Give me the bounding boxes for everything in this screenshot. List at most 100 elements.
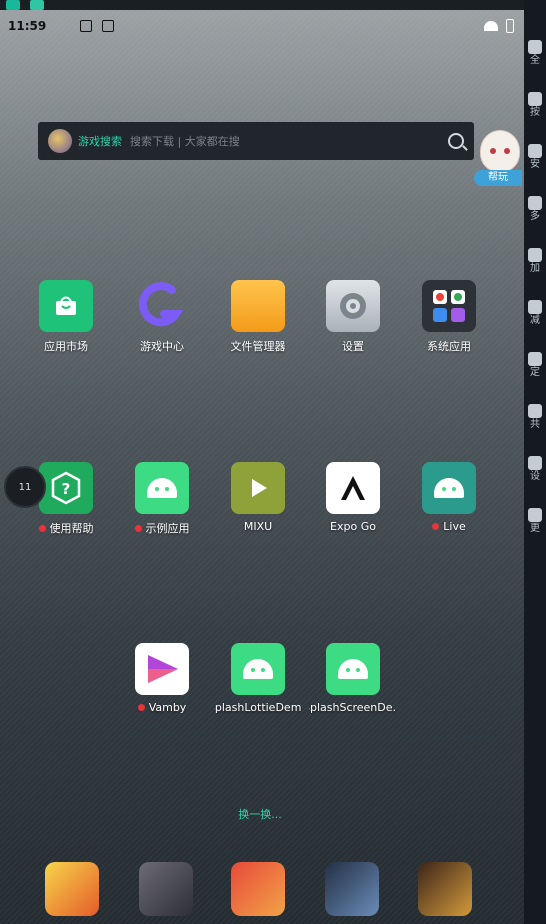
sidebar-label: 减: [530, 315, 540, 326]
share-folder-icon: [528, 404, 542, 418]
dock-app[interactable]: [139, 862, 193, 916]
search-icon[interactable]: [448, 133, 464, 149]
app-expo-go[interactable]: Expo Go: [309, 462, 397, 533]
app-settings[interactable]: 设置: [309, 280, 397, 354]
battery-icon: [506, 19, 514, 33]
search-bar[interactable]: 游戏搜索 搜索下载 | 大家都在搜: [38, 122, 474, 160]
unread-dot: [137, 704, 145, 711]
mascot-eye: [504, 148, 510, 154]
sidebar-item-fullscreen[interactable]: 全: [524, 40, 546, 66]
android-icon: [231, 643, 285, 695]
app-live[interactable]: Live: [405, 462, 493, 533]
sidebar-item-multi[interactable]: 多: [524, 196, 546, 222]
app-file-manager[interactable]: 文件管理器: [214, 280, 302, 354]
app-label: Vamby: [148, 701, 187, 714]
file-manager-icon: [231, 280, 285, 332]
unread-dot: [38, 524, 46, 532]
sidebar-item-install[interactable]: 安: [524, 144, 546, 170]
app-vamby[interactable]: Vamby: [118, 643, 206, 714]
game-logo-icon: [48, 129, 72, 153]
sidebar-label: 更: [530, 523, 540, 534]
app-label: Live: [443, 520, 466, 533]
app-label: SplashLottieDemo: [214, 701, 302, 714]
android-icon: [135, 462, 189, 514]
emulator-titlebar: [0, 0, 546, 10]
help-icon: ?: [39, 462, 93, 514]
more-icon: [528, 508, 542, 522]
notification-icon: [80, 20, 93, 32]
app-label: MIXU: [243, 520, 273, 533]
app-label: 应用市场: [44, 340, 88, 353]
status-bar: 11:59: [0, 12, 522, 40]
mascot-avatar: [480, 130, 520, 172]
sidebar-label: 设: [530, 471, 540, 482]
volume-up-icon: [528, 248, 542, 262]
android-icon: [326, 643, 380, 695]
keyboard-icon: [528, 92, 542, 106]
unread-dot: [432, 523, 440, 530]
sidebar-item-share[interactable]: 共: [524, 404, 546, 430]
dock-app[interactable]: [325, 862, 379, 916]
mascot-badge[interactable]: 帮玩: [474, 170, 522, 186]
multi-instance-icon: [528, 196, 542, 210]
app-label: SplashScreenDe...: [309, 701, 397, 714]
expo-icon: [326, 462, 380, 514]
emulator-logo-icon: [6, 0, 20, 10]
svg-text:?: ?: [62, 480, 71, 498]
mascot-eye: [490, 148, 496, 154]
app-label: 文件管理器: [230, 340, 286, 353]
sidebar-label: 加: [530, 263, 540, 274]
app-label: Expo Go: [330, 520, 376, 533]
gear-icon: [528, 456, 542, 470]
sidebar-label: 共: [530, 419, 540, 430]
settings-icon: [326, 280, 380, 332]
sidebar-label: 安: [530, 159, 540, 170]
dock-app[interactable]: [418, 862, 472, 916]
app-system-folder[interactable]: 系统应用: [405, 280, 493, 354]
app-label: 游戏中心: [140, 340, 184, 353]
volume-down-icon: [528, 300, 542, 314]
emulator-sidebar: 全 按 安 多 加 减 定 共 设 更: [524, 0, 546, 924]
swap-link[interactable]: 换一换...: [200, 806, 320, 822]
app-mixu[interactable]: MIXU: [214, 462, 302, 533]
folder-icon: [422, 280, 476, 332]
sidebar-item-location[interactable]: 定: [524, 352, 546, 378]
fps-value: 11: [18, 481, 32, 493]
dock-app[interactable]: [45, 862, 99, 916]
store-icon: [39, 280, 93, 332]
app-label: 系统应用: [427, 340, 471, 353]
screenshot-icon: [102, 20, 115, 32]
mascot-widget[interactable]: 帮玩: [474, 130, 522, 188]
app-label: 使用帮助: [49, 522, 94, 535]
play-icon: [231, 462, 285, 514]
app-splash-screen[interactable]: SplashScreenDe...: [309, 643, 397, 714]
location-icon: [528, 352, 542, 366]
sidebar-item-volume-down[interactable]: 减: [524, 300, 546, 326]
app-store[interactable]: 应用市场: [22, 280, 110, 354]
fullscreen-icon: [528, 40, 542, 54]
app-label: 设置: [342, 340, 364, 353]
sidebar-item-keys[interactable]: 按: [524, 92, 546, 118]
android-icon: [422, 462, 476, 514]
install-icon: [528, 144, 542, 158]
sidebar-item-volume-up[interactable]: 加: [524, 248, 546, 274]
game-icon: [135, 280, 189, 332]
vamby-icon: [135, 643, 189, 695]
search-tag[interactable]: 游戏搜索: [78, 133, 122, 149]
search-placeholder[interactable]: 搜索下载 | 大家都在搜: [130, 133, 448, 149]
sidebar-label: 全: [530, 55, 540, 66]
sidebar-item-more[interactable]: 更: [524, 508, 546, 534]
dock-app[interactable]: [231, 862, 285, 916]
wifi-icon: [484, 21, 498, 31]
tab-icon[interactable]: [30, 0, 44, 10]
fps-bubble[interactable]: 11: [4, 466, 46, 508]
sidebar-label: 多: [530, 211, 540, 222]
sidebar-item-settings[interactable]: 设: [524, 456, 546, 482]
sidebar-label: 按: [530, 107, 540, 118]
app-label: 示例应用: [145, 522, 190, 535]
app-splash-lottie[interactable]: SplashLottieDemo: [214, 643, 302, 714]
status-time: 11:59: [8, 19, 47, 33]
app-game-center[interactable]: 游戏中心: [118, 280, 206, 354]
app-sample[interactable]: 示例应用: [118, 462, 206, 536]
unread-dot: [134, 524, 142, 532]
